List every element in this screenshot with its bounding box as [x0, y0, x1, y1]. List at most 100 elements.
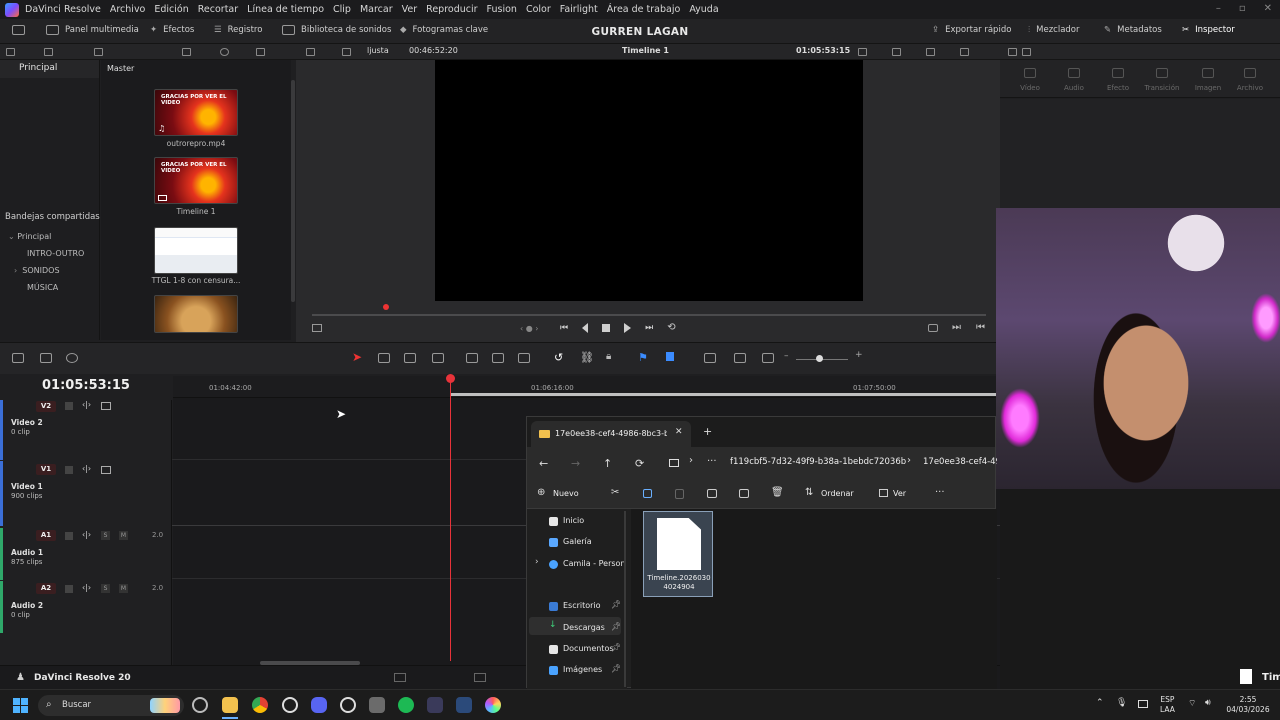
- minimize-icon[interactable]: –: [1216, 3, 1221, 14]
- track-badge-a1[interactable]: A1: [36, 530, 56, 541]
- grid-view-icon[interactable]: [182, 48, 191, 56]
- zoom-detail-icon[interactable]: [734, 353, 746, 363]
- loop-icon[interactable]: ⟲: [667, 322, 675, 333]
- close-tab-icon[interactable]: ✕: [675, 427, 683, 437]
- view-button[interactable]: Ver: [893, 489, 906, 498]
- sidebar-scrollbar[interactable]: [624, 511, 626, 687]
- menu-linea-de-tiempo[interactable]: Línea de tiempo: [247, 4, 324, 15]
- sidebar-item-imagenes[interactable]: Imágenes: [563, 665, 602, 674]
- view-options-icon[interactable]: [40, 353, 52, 363]
- timeline-playhead[interactable]: [450, 376, 451, 661]
- clip-thumbnail[interactable]: [154, 295, 238, 333]
- more-path-icon[interactable]: ···: [707, 456, 717, 467]
- menu-edicion[interactable]: Edición: [154, 4, 188, 15]
- viewer-mode-icon[interactable]: [306, 48, 315, 56]
- menu-ver[interactable]: Ver: [402, 4, 418, 15]
- menu-reproducir[interactable]: Reproducir: [426, 4, 477, 15]
- clock[interactable]: 2:55 04/03/2026: [1226, 695, 1270, 715]
- lock-track-icon[interactable]: [65, 466, 73, 474]
- breadcrumb-segment[interactable]: f119cbf5-7d32-49f9-b38a-1bebdc72036b: [730, 457, 906, 467]
- sort-icon[interactable]: [256, 48, 265, 56]
- inspector-tab-video[interactable]: Vídeo: [1008, 84, 1052, 92]
- dual-viewer-icon[interactable]: [342, 48, 351, 56]
- chrome-icon[interactable]: [252, 697, 268, 713]
- cut-icon[interactable]: ✂: [611, 487, 619, 498]
- audio-icon[interactable]: [960, 48, 969, 56]
- explorer-tab[interactable]: 17e0ee38-cef4-4986-8bc3-b8 ✕: [531, 421, 691, 447]
- timeline-playhead-handle[interactable]: [446, 374, 455, 383]
- snapping-icon[interactable]: ↺: [554, 351, 563, 364]
- play-icon[interactable]: [624, 322, 632, 333]
- inspector-tab-transition[interactable]: Transición: [1140, 84, 1184, 92]
- gamepad-icon[interactable]: [369, 697, 385, 713]
- play-reverse-icon[interactable]: [582, 322, 589, 333]
- taskbar-search[interactable]: ⌕ Buscar: [38, 695, 184, 716]
- inspector-tab-image[interactable]: Imagen: [1186, 84, 1230, 92]
- full-icon[interactable]: [1022, 48, 1031, 56]
- new-button[interactable]: Nuevo: [553, 489, 579, 498]
- link-clips-icon[interactable]: ⛓: [580, 351, 594, 364]
- sidebar-item-descargas[interactable]: Descargas: [563, 623, 605, 632]
- timeline-ruler[interactable]: 01:04:42:00 01:06:16:00 01:07:50:00: [173, 376, 1000, 398]
- track-badge-v1[interactable]: V1: [36, 464, 56, 475]
- mute-button[interactable]: M: [119, 584, 128, 593]
- bin-intro-outro[interactable]: INTRO-OUTRO: [0, 241, 100, 258]
- page-cut-icon[interactable]: [474, 673, 486, 682]
- menu-clip[interactable]: Clip: [333, 4, 351, 15]
- solo-button[interactable]: S: [101, 584, 110, 593]
- more-options-icon[interactable]: ···: [935, 487, 945, 498]
- trim-tool-icon[interactable]: [378, 353, 390, 363]
- page-media-icon[interactable]: [394, 673, 406, 682]
- menu-archivo[interactable]: Archivo: [110, 4, 146, 15]
- chevron-up-icon[interactable]: ⌃: [1096, 698, 1104, 708]
- jog-control[interactable]: ‹ ● ›: [520, 324, 538, 333]
- auto-select-icon[interactable]: ‹|›: [82, 583, 91, 592]
- menu-marcar[interactable]: Marcar: [360, 4, 393, 15]
- menu-fairlight[interactable]: Fairlight: [560, 4, 598, 15]
- display-icon[interactable]: [1138, 700, 1148, 708]
- track-enable-icon[interactable]: [101, 466, 111, 474]
- marker-icon[interactable]: [666, 352, 674, 361]
- clip-thumbnail[interactable]: GRACIAS POR VER EL VIDEO ♫: [154, 89, 238, 136]
- auto-select-icon[interactable]: ‹|›: [82, 464, 91, 473]
- solo-button[interactable]: S: [101, 531, 110, 540]
- microphone-icon[interactable]: [66, 353, 78, 363]
- timeline-thumbnail[interactable]: GRACIAS POR VER EL VIDEO: [154, 157, 238, 204]
- discord-icon[interactable]: [311, 697, 327, 713]
- layout-icon[interactable]: [12, 353, 24, 363]
- blade-tool-icon[interactable]: [432, 353, 444, 363]
- up-arrow-icon[interactable]: ↑: [603, 457, 612, 470]
- rename-icon[interactable]: [707, 489, 717, 498]
- task-view-icon[interactable]: [192, 697, 208, 713]
- menu-fusion[interactable]: Fusion: [487, 4, 517, 15]
- lock-icon[interactable]: 🔒︎: [606, 351, 611, 362]
- forward-arrow-icon[interactable]: →: [571, 457, 580, 470]
- auto-select-icon[interactable]: ‹|›: [82, 530, 91, 539]
- volume-icon[interactable]: 🔊︎: [1205, 698, 1211, 708]
- davinci-resolve-taskbar-icon[interactable]: [485, 697, 501, 713]
- replace-clip-icon[interactable]: [518, 353, 530, 363]
- link-icon[interactable]: [44, 48, 53, 56]
- track-enable-icon[interactable]: [101, 402, 111, 410]
- lock-track-icon[interactable]: [65, 585, 73, 593]
- copy-icon[interactable]: [643, 489, 652, 498]
- sidebar-item-onedrive[interactable]: Camila - Person: [563, 559, 625, 568]
- obs-icon[interactable]: [340, 697, 356, 713]
- zoom-slider-handle[interactable]: [816, 355, 823, 362]
- close-icon[interactable]: ✕: [1264, 3, 1272, 14]
- zoom-out-icon[interactable]: –: [784, 351, 789, 361]
- language-indicator[interactable]: ESP LAA: [1160, 695, 1175, 715]
- menu-recortar[interactable]: Recortar: [198, 4, 238, 15]
- dynamic-trim-icon[interactable]: [404, 353, 416, 363]
- lock-track-icon[interactable]: [65, 402, 73, 410]
- microphone-icon[interactable]: 🎙︎: [1116, 698, 1127, 708]
- inspector-tab-effect[interactable]: Efecto: [1096, 84, 1140, 92]
- stop-icon[interactable]: [602, 323, 611, 332]
- back-arrow-icon[interactable]: ←: [539, 457, 548, 470]
- prev-edit-icon[interactable]: ⏮: [976, 322, 985, 333]
- monitor-location-icon[interactable]: [669, 459, 679, 467]
- audio-mixer-icon[interactable]: [427, 697, 443, 713]
- refresh-icon[interactable]: ⟳: [635, 457, 644, 470]
- new-tab-icon[interactable]: +: [703, 425, 712, 438]
- search-icon[interactable]: [220, 48, 229, 56]
